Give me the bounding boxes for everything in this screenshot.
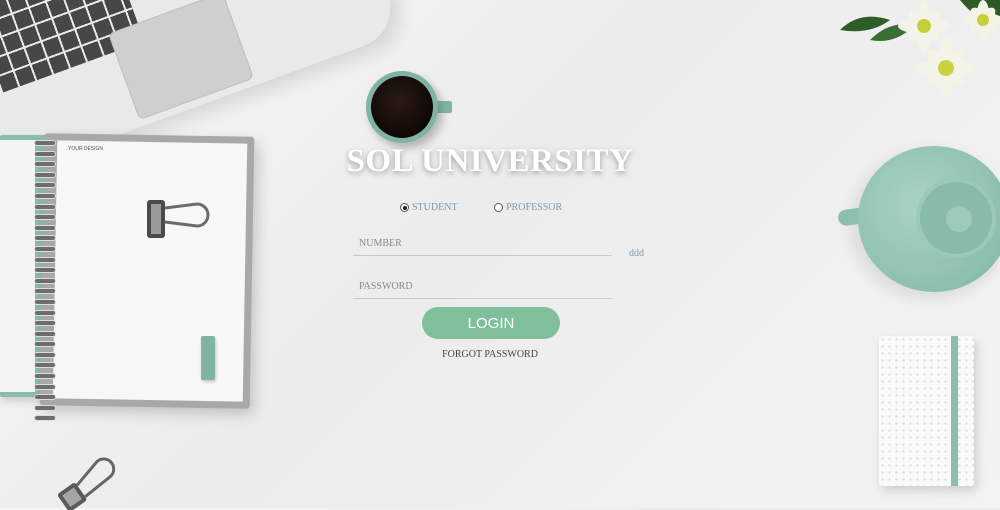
paper-clip-icon: [147, 200, 210, 238]
notepad-band: [951, 336, 958, 486]
radio-professor[interactable]: [494, 203, 504, 212]
radio-student[interactable]: [400, 203, 409, 212]
notebook-page: [52, 140, 248, 402]
side-note: ddd: [629, 248, 644, 259]
role-label-professor: PROFESSOR: [506, 202, 563, 213]
password-input[interactable]: [353, 275, 612, 299]
notebook-label: YOUR DESIGN: [68, 146, 104, 152]
role-option-professor[interactable]: PROFESSOR: [494, 202, 562, 213]
flowers: [840, 0, 1000, 98]
coffee: [371, 76, 433, 138]
login-button[interactable]: LOGIN: [422, 307, 560, 339]
eraser: [201, 336, 215, 380]
dotted-notepad: [879, 336, 974, 486]
teapot-knob: [946, 206, 972, 232]
forgot-password-link[interactable]: FORGOT PASSWORD: [400, 349, 580, 360]
role-selector: STUDENT PROFESSOR: [400, 202, 562, 215]
notebook-spiral: [34, 140, 56, 422]
paper-clip-icon: [57, 457, 116, 510]
role-option-student[interactable]: STUDENT: [400, 202, 458, 213]
notebook-left-page: [0, 140, 35, 392]
number-input[interactable]: [353, 232, 612, 256]
role-label-student: STUDENT: [412, 202, 458, 213]
page-title: SOL UNIVERSITY: [346, 143, 634, 179]
